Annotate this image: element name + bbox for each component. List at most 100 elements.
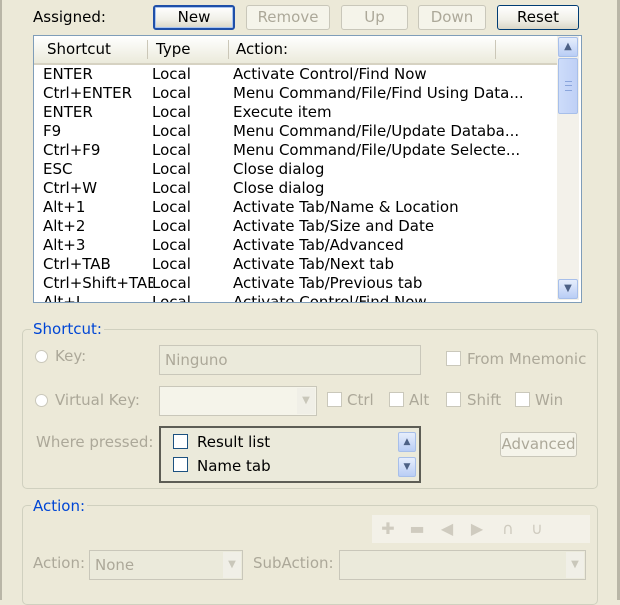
cell-shortcut: ESC xyxy=(43,160,73,178)
cell-shortcut: F9 xyxy=(43,122,62,140)
reset-button[interactable]: Reset xyxy=(497,5,579,30)
cell-shortcut: Ctrl+W xyxy=(43,179,98,197)
column-header-shortcut[interactable]: Shortcut xyxy=(39,36,151,63)
cell-action: Close dialog xyxy=(233,179,325,197)
cell-shortcut: Alt+3 xyxy=(43,236,86,254)
advanced-button[interactable]: Advanced xyxy=(500,432,577,457)
cell-action: Activate Control/Find Now xyxy=(233,65,427,83)
list-row[interactable]: Ctrl+TAB Local Activate Tab/Next tab xyxy=(34,255,559,274)
cell-action: Menu Command/File/Find Using Data... xyxy=(233,84,524,102)
list-row[interactable]: F9 Local Menu Command/File/Update Databa..… xyxy=(34,122,559,141)
arrow-right-icon[interactable]: ▶ xyxy=(467,519,487,539)
win-label: Win xyxy=(535,391,564,409)
shortcut-group-legend: Shortcut: xyxy=(31,320,104,338)
key-radio[interactable] xyxy=(35,350,48,363)
scroll-thumb[interactable] xyxy=(558,58,578,114)
subaction-label: SubAction: xyxy=(253,554,334,572)
list-row[interactable]: ENTER Local Activate Control/Find Now xyxy=(34,65,559,84)
key-field[interactable]: Ninguno xyxy=(159,345,421,375)
list-row[interactable]: Alt+1 Local Activate Tab/Name & Location xyxy=(34,198,559,217)
column-header-type[interactable]: Type xyxy=(148,36,228,63)
shift-checkbox[interactable] xyxy=(446,392,461,407)
scroll-up-icon[interactable]: ▲ xyxy=(558,37,578,57)
list-row[interactable]: Alt+2 Local Activate Tab/Size and Date xyxy=(34,217,559,236)
cell-type: Local xyxy=(152,122,191,140)
up-button[interactable]: Up xyxy=(341,5,408,30)
alt-checkbox[interactable] xyxy=(389,392,404,407)
action-group-legend: Action: xyxy=(31,497,88,515)
cell-shortcut: Alt+2 xyxy=(43,217,86,235)
cell-type: Local xyxy=(152,198,191,216)
where-pressed-label: Where pressed: xyxy=(36,433,154,451)
virtual-key-select[interactable]: ▼ xyxy=(159,386,317,416)
scroll-down-icon[interactable]: ▼ xyxy=(398,457,416,477)
list-row[interactable]: Alt+3 Local Activate Tab/Advanced xyxy=(34,236,559,255)
cell-shortcut: ENTER xyxy=(43,65,93,83)
cell-type: Local xyxy=(152,141,191,159)
cell-shortcut: Ctrl+Shift+TAB xyxy=(43,274,153,292)
cell-shortcut: Ctrl+ENTER xyxy=(43,84,133,102)
cell-type: Local xyxy=(152,160,191,178)
cell-action: Activate Tab/Previous tab xyxy=(233,274,423,292)
scroll-down-icon[interactable]: ▼ xyxy=(558,279,578,299)
new-button[interactable]: New xyxy=(153,5,235,30)
column-header-action[interactable]: Action: xyxy=(228,36,528,63)
cell-action: Menu Command/File/Update Databa... xyxy=(233,122,520,140)
cell-shortcut: Ctrl+TAB xyxy=(43,255,111,273)
cell-shortcut: Alt+L xyxy=(43,293,85,303)
cell-shortcut: Alt+1 xyxy=(43,198,86,216)
list-row[interactable]: ENTER Local Execute item xyxy=(34,103,559,122)
cell-action: Menu Command/File/Update Selecte... xyxy=(233,141,521,159)
window-frame-left xyxy=(0,0,2,600)
redo-icon[interactable]: ∪ xyxy=(527,519,547,539)
cell-action: Execute item xyxy=(233,103,332,121)
cell-type: Local xyxy=(152,65,191,83)
cell-type: Local xyxy=(152,103,191,121)
list-row[interactable]: Ctrl+Shift+TAB Local Activate Tab/Previous… xyxy=(34,274,559,293)
list-row[interactable]: Ctrl+ENTER Local Menu Command/File/Find Us… xyxy=(34,84,559,103)
result-list-checkbox[interactable] xyxy=(173,434,188,449)
column-separator[interactable] xyxy=(495,40,496,59)
list-scrollbar[interactable]: ▲ ▼ xyxy=(557,36,579,300)
cell-action: Close dialog xyxy=(233,160,325,178)
action-select[interactable]: None ▼ xyxy=(89,550,243,580)
list-row[interactable]: Alt+L Local Activate Control/Find Now xyxy=(34,293,559,303)
where-pressed-list[interactable]: Result list Name tab ▲ ▼ xyxy=(159,426,421,483)
arrow-left-icon[interactable]: ◀ xyxy=(437,519,457,539)
cell-action: Activate Tab/Size and Date xyxy=(233,217,435,235)
shift-label: Shift xyxy=(467,391,502,409)
action-select-value: None xyxy=(95,556,135,574)
chevron-down-icon[interactable]: ▼ xyxy=(566,552,584,578)
cell-type: Local xyxy=(152,84,191,102)
cell-type: Local xyxy=(152,217,191,235)
ctrl-checkbox[interactable] xyxy=(327,392,342,407)
remove-button[interactable]: Remove xyxy=(246,5,330,30)
undo-icon[interactable]: ∩ xyxy=(498,519,518,539)
minus-icon[interactable]: ▬ xyxy=(407,519,427,539)
scroll-up-icon[interactable]: ▲ xyxy=(398,432,416,452)
chevron-down-icon[interactable]: ▼ xyxy=(223,552,241,578)
subaction-select[interactable]: ▼ xyxy=(339,550,586,580)
from-mnemonic-checkbox[interactable] xyxy=(446,351,461,366)
virtual-key-label: Virtual Key: xyxy=(55,391,140,409)
win-checkbox[interactable] xyxy=(515,392,530,407)
where-item-label: Name tab xyxy=(197,457,271,475)
plus-icon[interactable]: ✚ xyxy=(378,519,398,539)
name-tab-checkbox[interactable] xyxy=(173,457,188,472)
list-row[interactable]: ESC Local Close dialog xyxy=(34,160,559,179)
cell-action: Activate Tab/Advanced xyxy=(233,236,404,254)
shortcut-list[interactable]: Shortcut Type Action: ENTER Local Activate… xyxy=(33,35,582,303)
list-row[interactable]: Ctrl+F9 Local Menu Command/File/Update Sel… xyxy=(34,141,559,160)
chevron-down-icon[interactable]: ▼ xyxy=(297,388,315,414)
list-header: Shortcut Type Action: xyxy=(34,36,559,65)
cell-type: Local xyxy=(152,179,191,197)
cell-type: Local xyxy=(152,255,191,273)
cell-shortcut: Ctrl+F9 xyxy=(43,141,101,159)
virtual-key-radio[interactable] xyxy=(35,394,48,407)
down-button[interactable]: Down xyxy=(418,5,486,30)
assigned-label: Assigned: xyxy=(33,8,106,26)
from-mnemonic-label: From Mnemonic xyxy=(467,350,587,368)
list-row[interactable]: Ctrl+W Local Close dialog xyxy=(34,179,559,198)
cell-shortcut: ENTER xyxy=(43,103,93,121)
cell-type: Local xyxy=(152,274,191,292)
